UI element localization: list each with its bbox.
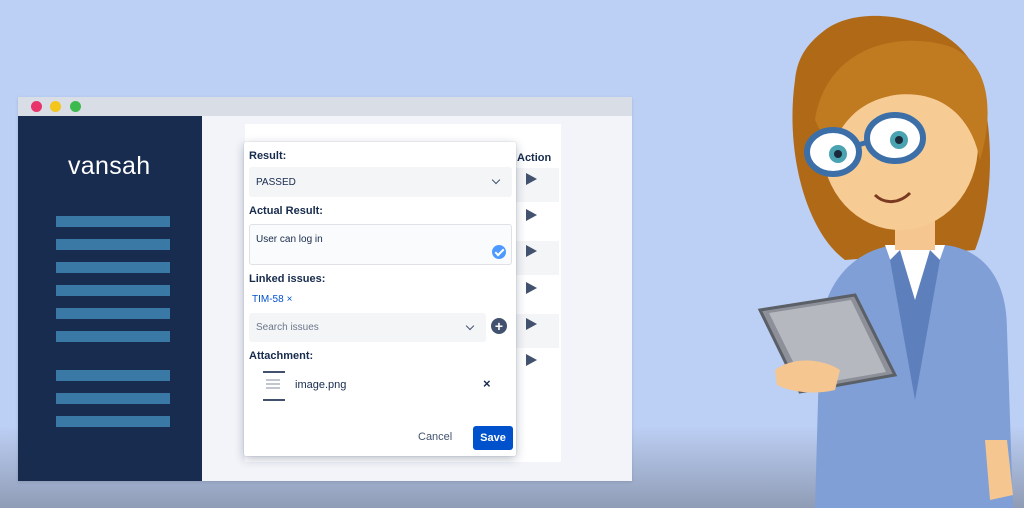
minimize-window-dot[interactable] [50, 101, 61, 112]
actual-result-text: User can log in [256, 234, 323, 245]
browser-titlebar [18, 97, 632, 116]
sidebar-item-8[interactable] [56, 393, 170, 404]
linked-issue-tag[interactable]: TIM-58 × [252, 294, 293, 305]
play-icon[interactable] [526, 173, 537, 185]
check-icon [492, 245, 506, 259]
table-row [515, 241, 559, 275]
sidebar-item-7[interactable] [56, 370, 170, 381]
close-window-dot[interactable] [31, 101, 42, 112]
actual-result-field[interactable]: User can log in [249, 224, 512, 265]
remove-tag-icon[interactable]: × [287, 294, 293, 305]
sidebar-item-6[interactable] [56, 331, 170, 342]
attachment-label: Attachment: [249, 350, 314, 362]
test-result-dialog: Result: PASSED Actual Result: User can l… [244, 142, 516, 456]
sidebar-item-2[interactable] [56, 239, 170, 250]
result-select[interactable]: PASSED [249, 167, 512, 197]
remove-attachment-icon[interactable]: × [483, 376, 491, 391]
add-issue-icon[interactable]: + [491, 318, 507, 334]
action-column-header: Action [517, 152, 552, 164]
file-icon [263, 371, 285, 401]
play-icon[interactable] [526, 245, 537, 257]
chevron-down-icon [465, 321, 475, 331]
play-icon[interactable] [526, 318, 537, 330]
table-row [515, 314, 559, 348]
sidebar-item-5[interactable] [56, 308, 170, 319]
sidebar-item-1[interactable] [56, 216, 170, 227]
cancel-button[interactable]: Cancel [418, 431, 452, 443]
table-row [515, 168, 559, 202]
sidebar: vansah [18, 116, 202, 481]
sidebar-item-3[interactable] [56, 262, 170, 273]
search-issues-input[interactable]: Search issues [249, 313, 486, 342]
save-button[interactable]: Save [473, 426, 513, 450]
chevron-down-icon [491, 175, 501, 185]
linked-issues-label: Linked issues: [249, 273, 326, 285]
result-select-value: PASSED [256, 177, 296, 188]
attachment-filename[interactable]: image.png [295, 379, 346, 391]
cartoon-woman-with-tablet [757, 15, 1013, 508]
actual-result-label: Actual Result: [249, 205, 323, 217]
sidebar-item-9[interactable] [56, 416, 170, 427]
play-icon[interactable] [526, 354, 537, 366]
search-issues-placeholder: Search issues [256, 322, 319, 333]
maximize-window-dot[interactable] [70, 101, 81, 112]
vansah-logo: vansah [68, 152, 151, 180]
sidebar-item-4[interactable] [56, 285, 170, 296]
result-label: Result: [249, 150, 287, 162]
play-icon[interactable] [526, 282, 537, 294]
linked-issue-key: TIM-58 [252, 294, 284, 305]
play-icon[interactable] [526, 209, 537, 221]
